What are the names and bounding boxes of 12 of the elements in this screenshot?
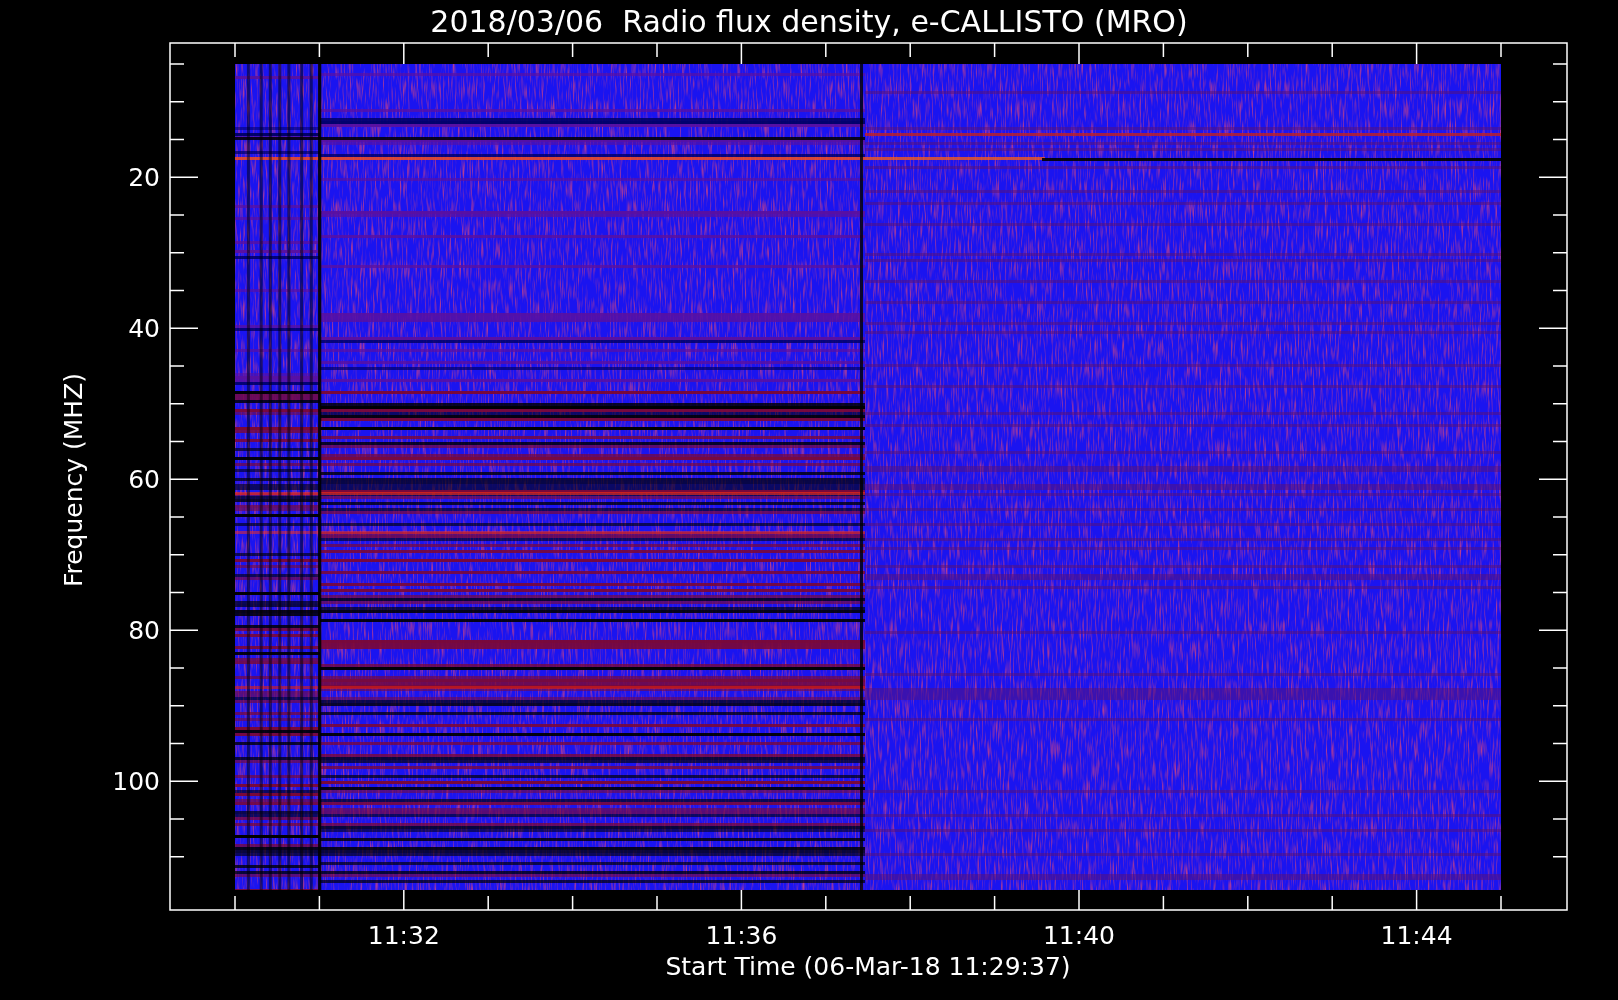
tick-label: 80 <box>128 616 160 646</box>
plot-title: 2018/03/06 Radio flux density, e-CALLISTO (MRO) <box>430 4 1188 39</box>
tick-label: 11:32 <box>367 921 440 950</box>
tick-label: 100 <box>112 767 160 797</box>
axis-label: Start Time (06-Mar-18 11:29:37) <box>665 952 1071 981</box>
tick-label: 40 <box>128 314 160 344</box>
tick-label: 11:40 <box>1043 921 1115 950</box>
tick-label: 11:44 <box>1380 921 1453 950</box>
tick-label: 60 <box>128 465 160 495</box>
axis-label: Frequency (MHZ) <box>59 372 88 588</box>
tick-label: 11:36 <box>705 921 778 950</box>
tick-label: 20 <box>128 163 160 193</box>
